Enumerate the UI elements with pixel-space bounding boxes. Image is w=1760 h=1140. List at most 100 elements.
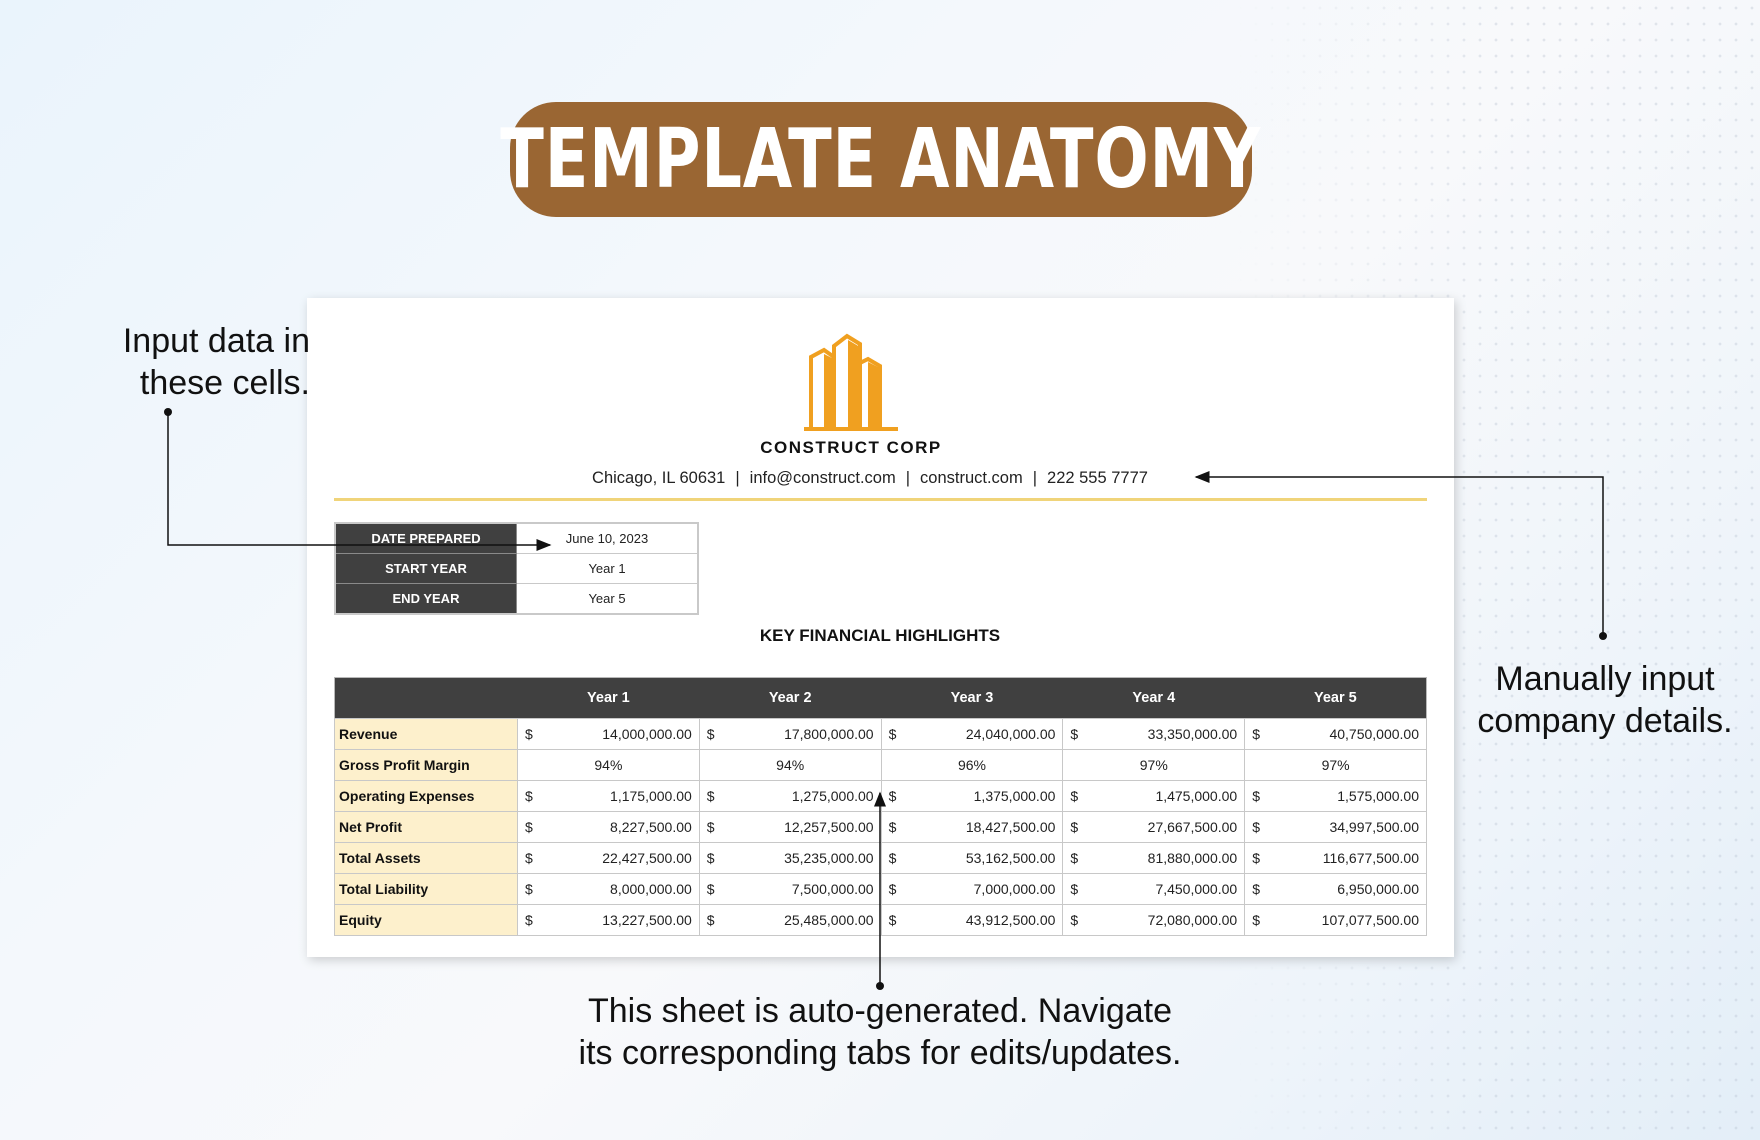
report-info-table: DATE PREPARED June 10, 2023 START YEAR Y…: [334, 522, 699, 615]
currency-symbol: $: [525, 881, 533, 897]
currency-symbol: $: [525, 726, 533, 742]
start-year-cell[interactable]: Year 1: [516, 553, 699, 584]
cell-value: 72,080,000.00: [1147, 912, 1238, 928]
currency-cell[interactable]: $1,175,000.00: [517, 780, 700, 812]
currency-symbol: $: [525, 788, 533, 804]
currency-cell[interactable]: $24,040,000.00: [880, 718, 1064, 750]
currency-symbol: $: [888, 881, 897, 897]
currency-cell[interactable]: $18,427,500.00: [880, 811, 1064, 843]
row-label: Operating Expenses: [334, 780, 518, 812]
percent-cell[interactable]: 94%: [517, 749, 700, 781]
cell-value: 12,257,500.00: [784, 819, 874, 835]
row-label: Gross Profit Margin: [334, 749, 518, 781]
table-row: Total Liability $8,000,000.00 $7,500,000.0…: [334, 873, 1427, 905]
cell-value: 7,500,000.00: [791, 881, 874, 897]
percent-cell[interactable]: 94%: [698, 749, 882, 781]
table-row: Revenue $14,000,000.00 $17,800,000.00 $24,0…: [334, 718, 1427, 750]
currency-symbol: $: [1252, 788, 1260, 804]
page-title-banner: TEMPLATE ANATOMY: [501, 102, 1261, 217]
column-header: Year 1: [517, 677, 700, 719]
cell-value: 17,800,000.00: [784, 726, 874, 742]
company-website: construct.com: [920, 469, 1023, 487]
currency-symbol: $: [706, 726, 715, 742]
separator: |: [905, 469, 911, 487]
cell-value: 25,485,000.00: [784, 912, 874, 928]
currency-symbol: $: [888, 788, 897, 804]
currency-symbol: $: [1252, 819, 1260, 835]
currency-symbol: $: [1070, 726, 1079, 742]
currency-cell[interactable]: $53,162,500.00: [880, 842, 1064, 874]
currency-symbol: $: [1070, 788, 1079, 804]
currency-cell[interactable]: $27,667,500.00: [1062, 811, 1246, 843]
currency-cell[interactable]: $1,575,000.00: [1244, 780, 1427, 812]
percent-cell[interactable]: 96%: [880, 749, 1064, 781]
cell-value: 13,227,500.00: [602, 912, 692, 928]
annotation-line: its corresponding tabs for edits/updates…: [578, 1034, 1182, 1072]
currency-cell[interactable]: $7,000,000.00: [880, 873, 1064, 905]
cell-value: 8,227,500.00: [610, 819, 692, 835]
currency-cell[interactable]: $81,880,000.00: [1062, 842, 1246, 874]
cell-value: 1,575,000.00: [1337, 788, 1419, 804]
annotation-line: Manually input: [1495, 660, 1715, 698]
currency-cell[interactable]: $14,000,000.00: [517, 718, 700, 750]
table-row: Operating Expenses $1,175,000.00 $1,275,00…: [334, 780, 1427, 812]
annotation-line: Input data in: [122, 322, 310, 360]
currency-symbol: $: [1070, 881, 1079, 897]
currency-cell[interactable]: $34,997,500.00: [1244, 811, 1427, 843]
info-row-end-year: END YEAR Year 5: [334, 583, 699, 615]
currency-cell[interactable]: $1,275,000.00: [698, 780, 882, 812]
currency-symbol: $: [1070, 819, 1079, 835]
currency-cell[interactable]: $1,475,000.00: [1062, 780, 1246, 812]
cell-value: 24,040,000.00: [965, 726, 1056, 742]
cell-value: 1,275,000.00: [791, 788, 874, 804]
currency-symbol: $: [1070, 912, 1079, 928]
separator: |: [735, 469, 740, 487]
currency-cell[interactable]: $40,750,000.00: [1244, 718, 1427, 750]
currency-symbol: $: [706, 881, 715, 897]
end-year-cell[interactable]: Year 5: [516, 583, 699, 615]
currency-cell[interactable]: $43,912,500.00: [880, 904, 1064, 936]
cell-value: 34,997,500.00: [1329, 819, 1419, 835]
column-header: Year 4: [1062, 677, 1245, 719]
cell-value: 1,475,000.00: [1155, 788, 1238, 804]
info-label: START YEAR: [334, 553, 517, 584]
financial-highlights-table: Year 1 Year 2 Year 3 Year 4 Year 5 Reven…: [334, 677, 1427, 936]
date-prepared-cell[interactable]: June 10, 2023: [516, 522, 699, 554]
currency-cell[interactable]: $1,375,000.00: [880, 780, 1064, 812]
currency-cell[interactable]: $8,000,000.00: [517, 873, 700, 905]
currency-symbol: $: [888, 912, 897, 928]
currency-cell[interactable]: $17,800,000.00: [698, 718, 882, 750]
info-label: DATE PREPARED: [334, 522, 517, 554]
currency-cell[interactable]: $22,427,500.00: [517, 842, 700, 874]
currency-cell[interactable]: $12,257,500.00: [698, 811, 882, 843]
cell-value: 22,427,500.00: [602, 850, 692, 866]
currency-cell[interactable]: $6,950,000.00: [1244, 873, 1427, 905]
currency-symbol: $: [706, 850, 715, 866]
percent-cell[interactable]: 97%: [1244, 749, 1427, 781]
currency-symbol: $: [706, 819, 715, 835]
currency-cell[interactable]: $8,227,500.00: [517, 811, 700, 843]
cell-value: 107,077,500.00: [1321, 912, 1419, 928]
row-label: Net Profit: [334, 811, 518, 843]
currency-symbol: $: [888, 819, 897, 835]
currency-cell[interactable]: $33,350,000.00: [1062, 718, 1246, 750]
row-label: Total Liability: [334, 873, 518, 905]
table-row: Equity $13,227,500.00 $25,485,000.00 $43,91…: [334, 904, 1427, 936]
cell-value: 53,162,500.00: [965, 850, 1056, 866]
currency-cell[interactable]: $116,677,500.00: [1244, 842, 1427, 874]
currency-symbol: $: [525, 850, 533, 866]
currency-cell[interactable]: $7,500,000.00: [698, 873, 882, 905]
company-address: Chicago, IL 60631: [592, 469, 726, 487]
currency-cell[interactable]: $107,077,500.00: [1244, 904, 1427, 936]
percent-cell[interactable]: 97%: [1062, 749, 1246, 781]
annotation-line: these cells.: [139, 364, 310, 402]
currency-cell[interactable]: $7,450,000.00: [1062, 873, 1246, 905]
currency-cell[interactable]: $13,227,500.00: [517, 904, 700, 936]
currency-cell[interactable]: $72,080,000.00: [1062, 904, 1246, 936]
cell-value: 7,000,000.00: [973, 881, 1056, 897]
currency-cell[interactable]: $25,485,000.00: [698, 904, 882, 936]
cell-value: 6,950,000.00: [1337, 881, 1419, 897]
currency-cell[interactable]: $35,235,000.00: [698, 842, 882, 874]
cell-value: 40,750,000.00: [1329, 726, 1419, 742]
cell-value: 14,000,000.00: [602, 726, 692, 742]
